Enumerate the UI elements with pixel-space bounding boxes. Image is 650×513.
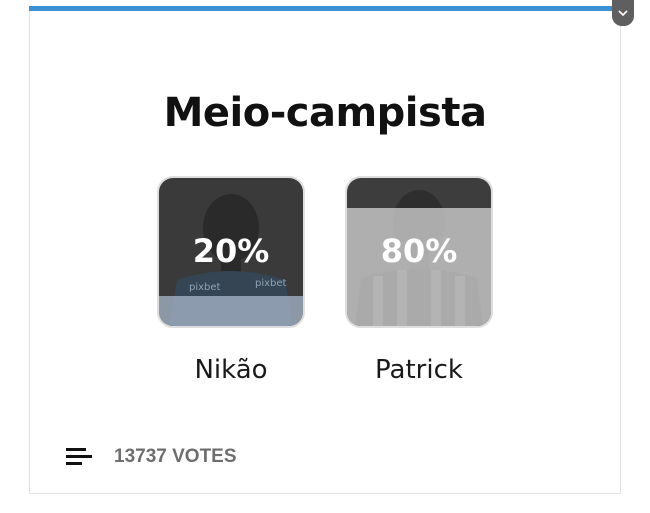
accent-bar bbox=[29, 6, 621, 11]
poll-title: Meio-campista bbox=[163, 90, 487, 136]
option-name: Nikão bbox=[194, 355, 268, 385]
collapse-button[interactable] bbox=[612, 0, 634, 26]
poll-option-patrick[interactable]: 80% bbox=[345, 176, 493, 328]
chevron-down-icon bbox=[618, 10, 628, 17]
vote-count: 13737 VOTES bbox=[114, 446, 237, 467]
svg-text:pixbet: pixbet bbox=[189, 282, 221, 293]
poll-card bbox=[29, 6, 621, 494]
svg-text:pixbet: pixbet bbox=[255, 278, 287, 289]
poll-option-nikao[interactable]: pixbet pixbet 20% bbox=[157, 176, 305, 328]
option-percent: 80% bbox=[380, 232, 458, 270]
bar-chart-icon bbox=[66, 448, 92, 465]
option-percent: 20% bbox=[192, 232, 270, 270]
poll-footer: 13737 VOTES bbox=[66, 446, 237, 468]
result-fill bbox=[159, 296, 303, 326]
option-name: Patrick bbox=[375, 355, 463, 385]
